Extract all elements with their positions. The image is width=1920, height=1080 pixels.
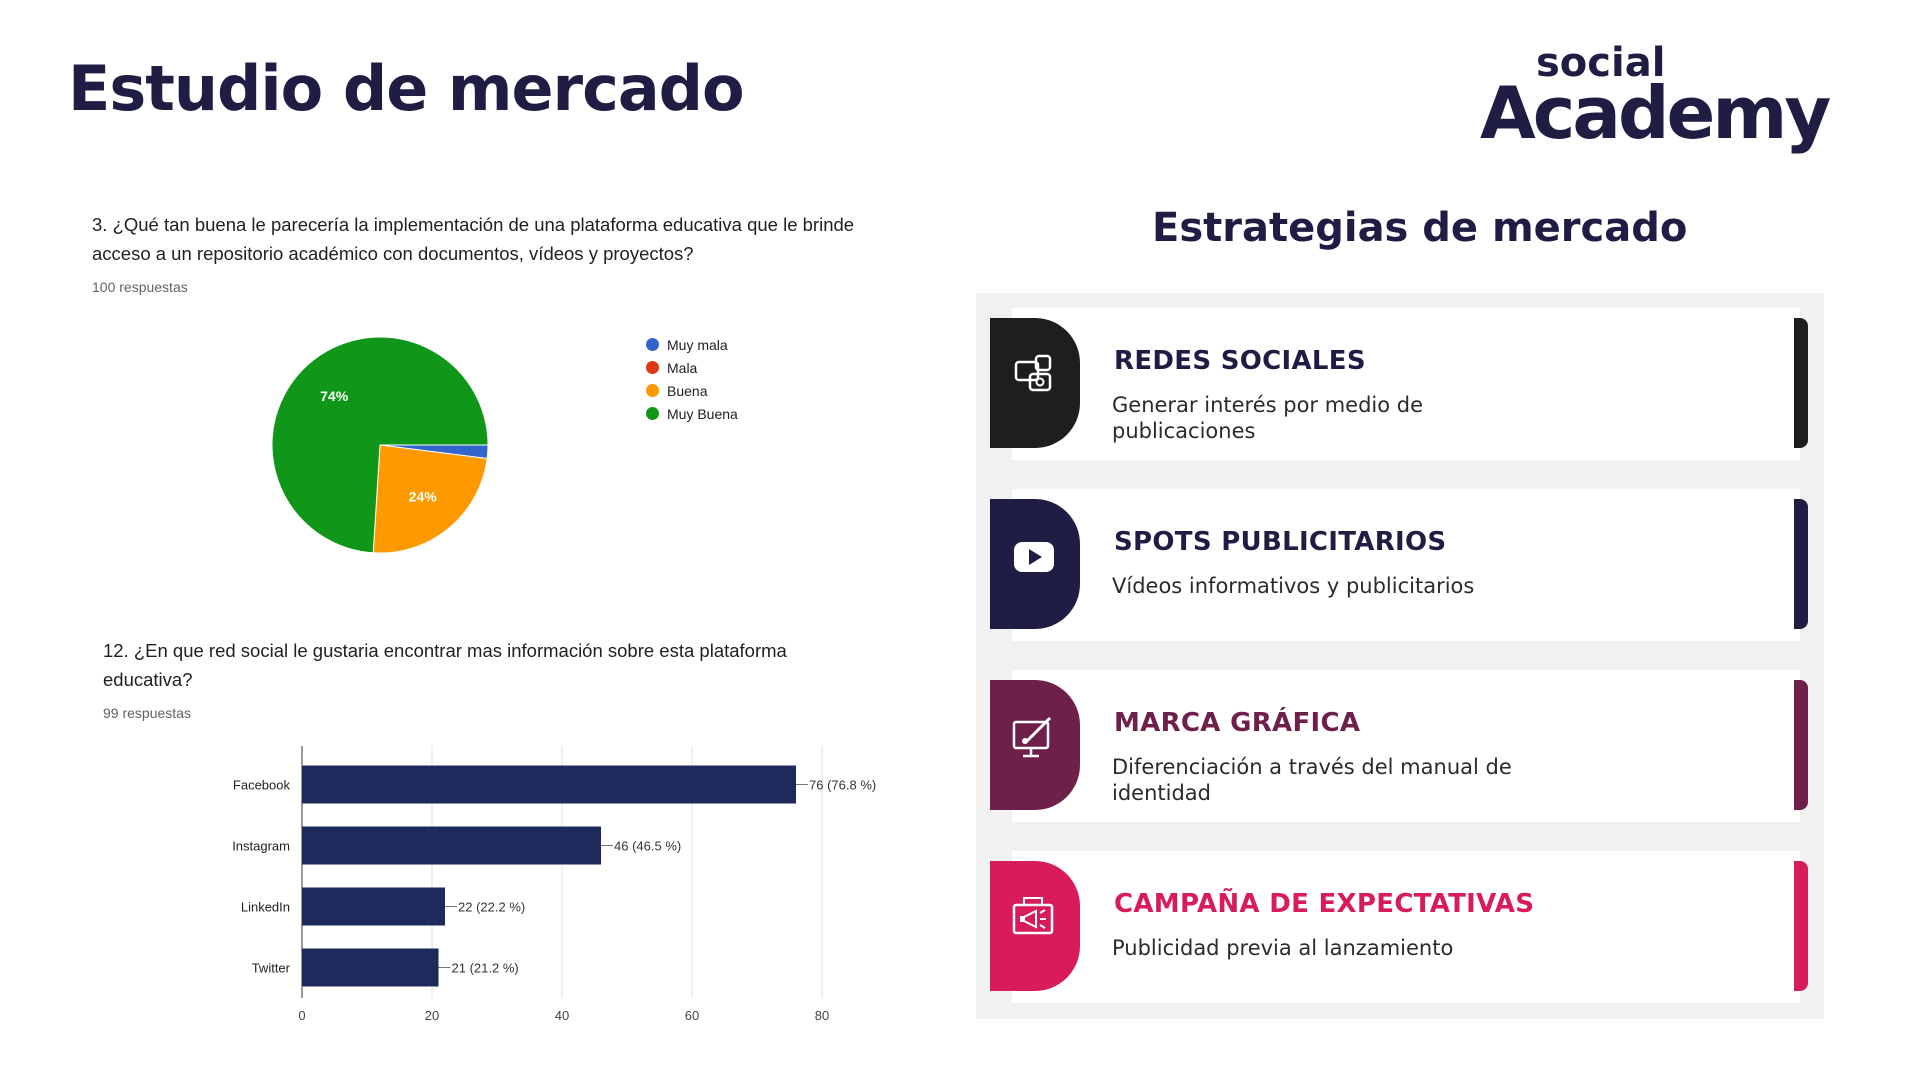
category-label: LinkedIn [241,900,290,915]
card-right-bar [1794,318,1808,448]
strategy-card: REDES SOCIALES Generar interés por medio… [990,308,1812,460]
value-label: 46 (46.5 %) [614,839,681,854]
category-label: Facebook [233,778,291,793]
legend-swatch [646,384,659,397]
strategy-desc: Vídeos informativos y publicitarios [1112,574,1475,598]
strategy-card: MARCA GRÁFICA Diferenciación a través de… [990,670,1812,822]
strategy-card: CAMPAÑA DE EXPECTATIVAS Publicidad previ… [990,851,1812,1003]
legend-label: Muy mala [667,336,728,353]
bar-linkedin [302,887,445,926]
strategy-desc: Generar interés por medio de publicacion… [1112,393,1424,443]
card-right-bar [1794,861,1808,991]
bar-chart: 0 20 40 60 80 Facebook 76 (76.8 %) Instagram 46 … [232,746,876,1023]
value-label: 76 (76.8 %) [809,778,876,793]
strategies-title: Estrategias de mercado [1152,205,1688,251]
legend-item: Buena [646,379,738,402]
play-video-icon [1014,542,1054,572]
strategy-desc: Diferenciación a través del manual de id… [1112,755,1512,805]
survey2-question: 12. ¿En que red social le gustaria encon… [103,640,787,690]
legend-swatch [646,338,659,351]
value-label: 22 (22.2 %) [458,900,525,915]
category-label: Twitter [252,961,291,976]
strategy-desc: Publicidad previa al lanzamiento [1112,936,1454,960]
survey2-responses: 99 respuestas [103,705,191,721]
x-tick-label: 20 [425,1008,439,1023]
x-tick-label: 60 [685,1008,699,1023]
card-body [1012,489,1800,641]
x-tick-label: 0 [298,1008,305,1023]
strategy-title: REDES SOCIALES [1114,346,1366,376]
strategy-title: CAMPAÑA DE EXPECTATIVAS [1114,889,1535,919]
bar-instagram [302,826,601,865]
pie-label: 24% [409,489,438,505]
bar-twitter [302,948,439,987]
pie-label: 74% [320,388,349,404]
strategy-title: SPOTS PUBLICITARIOS [1114,527,1447,557]
bar-facebook [302,765,796,804]
legend-item: Mala [646,356,738,379]
legend-label: Mala [667,359,698,376]
social-academy-logo: social Academy [1480,40,1833,155]
page-title: Estudio de mercado [68,52,745,125]
legend-swatch [646,361,659,374]
card-right-bar [1794,680,1808,810]
megaphone-screen-icon [1012,897,1054,935]
value-label: 21 (21.2 %) [452,961,519,976]
pie-legend: Muy mala Mala Buena Muy Buena [646,333,738,425]
survey1-responses: 100 respuestas [92,279,188,295]
legend-item: Muy Buena [646,402,738,425]
legend-label: Muy Buena [667,405,738,422]
card-body [1012,851,1800,1003]
survey1-question: 3. ¿Qué tan buena le parecería la implem… [92,214,855,264]
strategy-title: MARCA GRÁFICA [1114,708,1361,738]
legend-label: Buena [667,382,708,399]
category-label: Instagram [232,839,290,854]
strategy-card: SPOTS PUBLICITARIOS Vídeos informativos … [990,489,1812,641]
legend-swatch [646,407,659,420]
design-monitor-icon [1012,716,1052,758]
social-media-icon [1014,354,1052,392]
legend-item: Muy mala [646,333,738,356]
card-right-bar [1794,499,1808,629]
pie-chart: 24% 74% [271,336,489,554]
x-tick-label: 80 [815,1008,829,1023]
logo-line2: Academy [1480,71,1830,155]
x-tick-label: 40 [555,1008,569,1023]
